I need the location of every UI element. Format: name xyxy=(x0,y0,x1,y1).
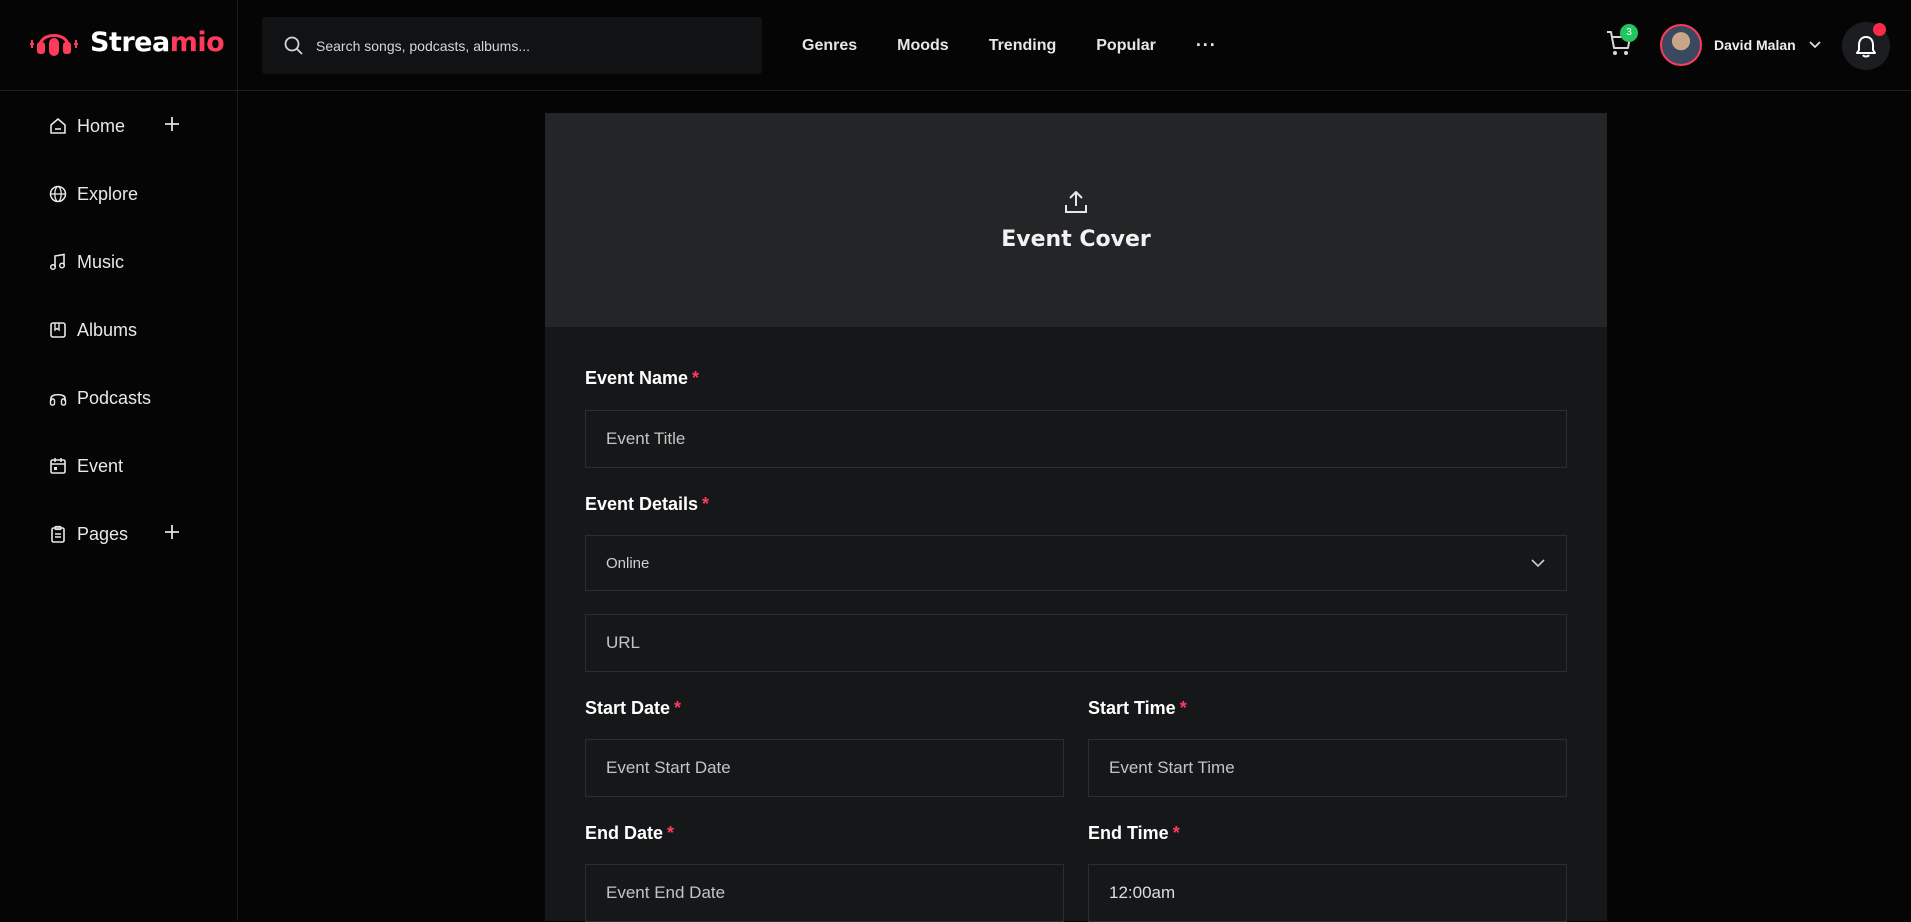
main-nav: Genres Moods Trending Popular ··· xyxy=(802,0,1217,91)
start-time-field[interactable] xyxy=(1088,739,1567,797)
nav-more-button[interactable]: ··· xyxy=(1196,35,1217,56)
cart-count-badge: 3 xyxy=(1620,24,1638,42)
user-menu[interactable]: David Malan xyxy=(1660,24,1822,66)
event-name-field[interactable] xyxy=(585,410,1567,468)
sidebar-divider xyxy=(237,0,238,921)
sidebar-item-label: Home xyxy=(77,115,126,136)
url-input[interactable] xyxy=(606,633,1566,653)
sidebar-item-pages[interactable]: Pages xyxy=(0,500,237,568)
end-time-field[interactable] xyxy=(1088,864,1567,922)
user-name: David Malan xyxy=(1714,37,1796,53)
plus-icon[interactable] xyxy=(162,522,182,542)
sidebar-item-home[interactable]: Home xyxy=(0,92,237,160)
sidebar-item-albums[interactable]: Albums xyxy=(0,296,237,364)
sidebar: Home Explore Music Albums Podcasts Event… xyxy=(0,92,237,568)
end-time-label: End Time * xyxy=(1088,823,1180,843)
url-field[interactable] xyxy=(585,614,1567,672)
notification-dot xyxy=(1873,23,1886,36)
music-note-icon xyxy=(49,253,66,271)
calendar-icon xyxy=(50,458,66,474)
home-icon xyxy=(50,118,66,134)
search-bar[interactable] xyxy=(262,17,762,74)
start-time-label: Start Time * xyxy=(1088,698,1187,718)
sidebar-item-label: Albums xyxy=(77,319,138,340)
event-details-selected: Online xyxy=(606,554,650,572)
top-bar: Streamio Genres Moods Trending Popular ·… xyxy=(0,0,1911,91)
headphones-logo-icon xyxy=(30,34,78,56)
nav-moods[interactable]: Moods xyxy=(897,37,949,55)
event-details-label: Event Details * xyxy=(585,494,710,514)
headphones-icon xyxy=(49,393,67,406)
sidebar-item-label: Pages xyxy=(77,523,129,544)
nav-trending[interactable]: Trending xyxy=(989,37,1057,55)
search-input[interactable] xyxy=(316,37,736,54)
end-date-field[interactable] xyxy=(585,864,1064,922)
upload-icon xyxy=(1065,190,1087,213)
event-form-card: Event Cover Event Name* Event Details* O… xyxy=(545,113,1607,922)
album-icon xyxy=(50,322,66,338)
event-cover-title: Event Cover xyxy=(1001,226,1151,252)
event-name-label: Event Name * xyxy=(585,368,700,388)
start-date-input[interactable] xyxy=(606,758,1063,778)
nav-genres[interactable]: Genres xyxy=(802,37,857,55)
end-date-label: End Date * xyxy=(585,823,675,843)
sidebar-item-label: Event xyxy=(77,455,124,476)
sidebar-item-label: Podcasts xyxy=(77,387,152,408)
event-cover-upload[interactable]: Event Cover xyxy=(545,113,1607,327)
logo[interactable]: Streamio xyxy=(28,22,225,62)
avatar[interactable] xyxy=(1660,24,1702,66)
chevron-down-icon xyxy=(1531,559,1545,568)
bell-icon xyxy=(1856,36,1876,58)
start-time-input[interactable] xyxy=(1109,758,1566,778)
event-details-select[interactable]: Online xyxy=(585,535,1567,591)
end-time-input[interactable] xyxy=(1109,883,1566,903)
globe-icon xyxy=(49,185,67,203)
sidebar-item-label: Music xyxy=(77,251,125,272)
sidebar-item-explore[interactable]: Explore xyxy=(0,160,237,228)
start-date-label: Start Date * xyxy=(585,698,682,718)
sidebar-item-label: Explore xyxy=(77,183,139,204)
chevron-down-icon xyxy=(1809,41,1821,49)
clipboard-icon xyxy=(51,525,65,543)
start-date-field[interactable] xyxy=(585,739,1064,797)
sidebar-item-podcasts[interactable]: Podcasts xyxy=(0,364,237,432)
search-icon xyxy=(284,36,303,55)
sidebar-item-event[interactable]: Event xyxy=(0,432,237,500)
sidebar-item-music[interactable]: Music xyxy=(0,228,237,296)
brand-name: Streamio xyxy=(90,26,225,58)
nav-popular[interactable]: Popular xyxy=(1096,37,1156,55)
event-name-input[interactable] xyxy=(606,429,1566,449)
end-date-input[interactable] xyxy=(606,883,1063,903)
plus-icon[interactable] xyxy=(162,114,182,134)
